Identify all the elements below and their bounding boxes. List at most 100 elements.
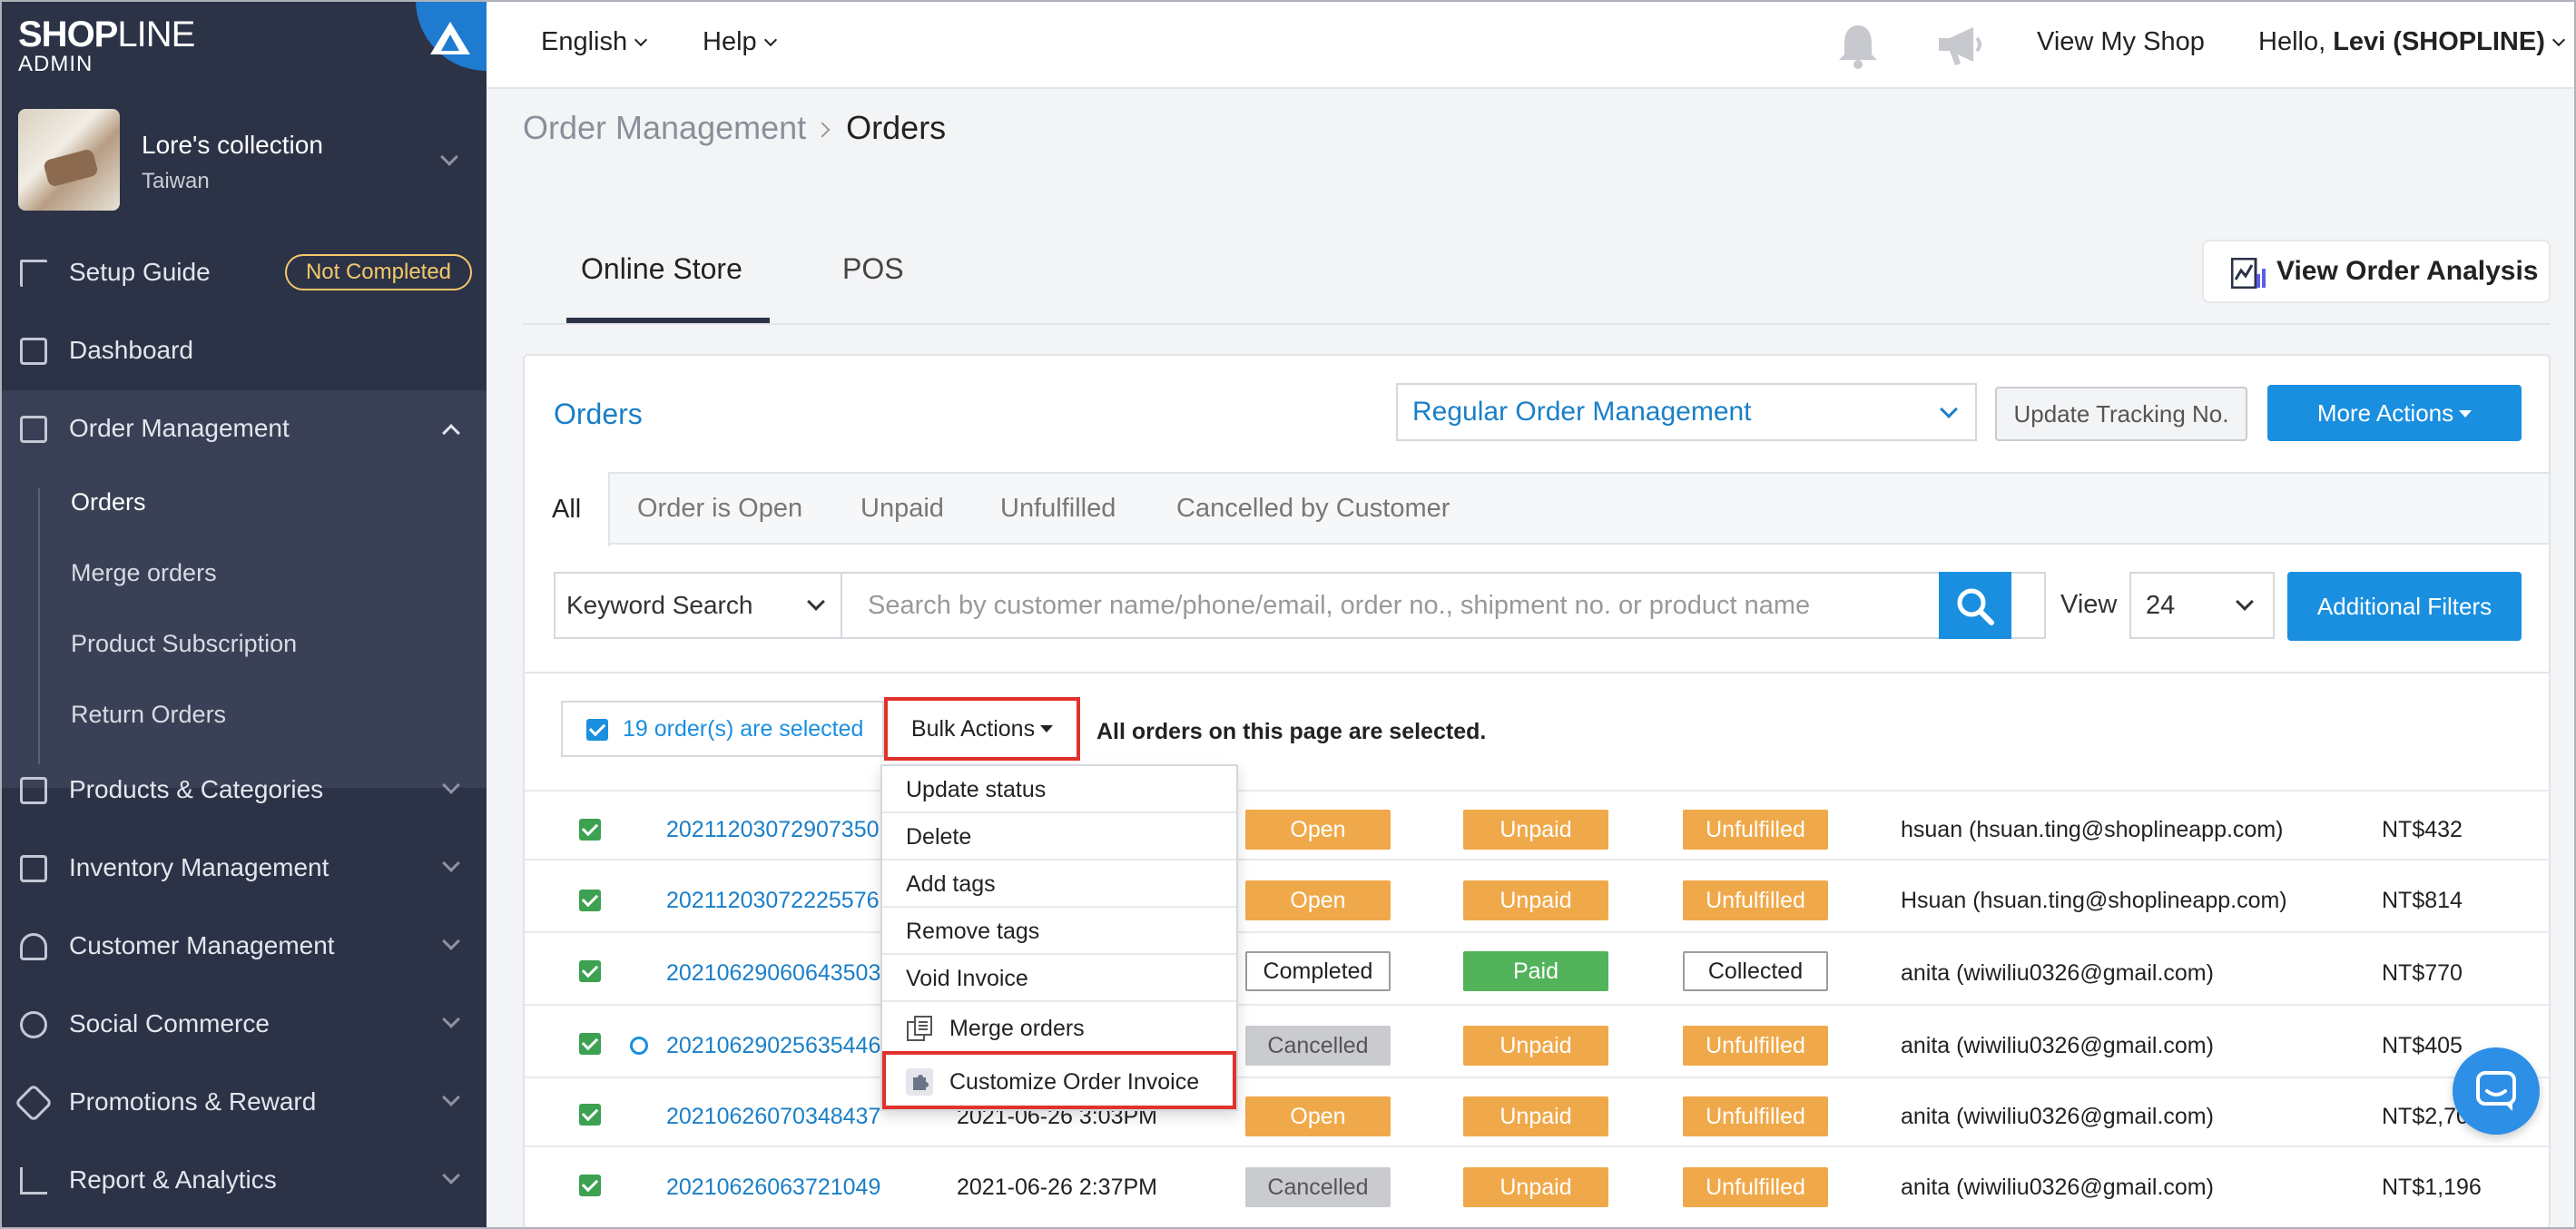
tab-unfulfilled[interactable]: Unfulfilled bbox=[1000, 494, 1116, 524]
order-number-link[interactable]: 20210626063721049 bbox=[666, 1175, 880, 1201]
card-title: Orders bbox=[554, 398, 643, 430]
delivery-status-badge: Unfulfilled bbox=[1683, 1167, 1828, 1207]
menu-item-void-invoice[interactable]: Void Invoice bbox=[882, 955, 1236, 1002]
tag-icon bbox=[14, 1083, 54, 1123]
view-order-analysis-button[interactable]: View Order Analysis bbox=[2202, 240, 2551, 303]
chevron-down-icon bbox=[2551, 33, 2565, 47]
highlight-box bbox=[882, 1051, 1236, 1109]
delivery-status-badge: Unfulfilled bbox=[1683, 810, 1828, 850]
collapse-sidebar-button[interactable] bbox=[416, 0, 487, 71]
order-date-cell: 2021-06-26 2:37PM bbox=[957, 1175, 1157, 1200]
dashboard-icon bbox=[20, 338, 47, 365]
bulk-actions-button[interactable]: Bulk Actions bbox=[884, 697, 1080, 761]
order-number-link[interactable]: 20211203072907350 bbox=[666, 817, 880, 843]
selection-summary[interactable]: 19 order(s) are selected bbox=[561, 701, 884, 757]
sidebar-item-products[interactable]: Products & Categories bbox=[0, 752, 487, 828]
tab-online-store[interactable]: Online Store bbox=[581, 252, 742, 286]
sidebar-item-product-subscription[interactable]: Product Subscription bbox=[71, 630, 297, 658]
delivery-status-badge: Unfulfilled bbox=[1683, 880, 1828, 920]
breadcrumb-parent[interactable]: Order Management bbox=[523, 109, 806, 146]
sidebar-item-orders[interactable]: Orders bbox=[71, 488, 146, 516]
view-label: View bbox=[2060, 590, 2118, 619]
sidebar-item-social-commerce[interactable]: Social Commerce bbox=[0, 986, 487, 1062]
amount-cell: NT$432 bbox=[2382, 817, 2463, 842]
row-checkbox[interactable] bbox=[579, 1175, 601, 1196]
order-number-link[interactable]: 20210626070348437 bbox=[666, 1104, 880, 1130]
tab-unpaid[interactable]: Unpaid bbox=[860, 494, 944, 524]
amount-cell: NT$1,196 bbox=[2382, 1175, 2482, 1200]
all-selected-notice: All orders on this page are selected. bbox=[1096, 719, 1487, 744]
sidebar-item-customers[interactable]: Customer Management bbox=[0, 908, 487, 984]
amount-cell: NT$770 bbox=[2382, 960, 2463, 986]
store-switcher[interactable]: Lore's collection Taiwan bbox=[18, 109, 468, 214]
help-menu[interactable]: Help bbox=[703, 27, 777, 57]
chevron-down-icon bbox=[2236, 593, 2254, 611]
chevron-right-icon bbox=[814, 122, 831, 138]
boxes-icon bbox=[20, 855, 47, 882]
sidebar: SHOPLINE ADMIN Lore's collection Taiwan … bbox=[0, 0, 487, 1229]
payment-status-badge: Unpaid bbox=[1463, 1026, 1608, 1066]
search-input[interactable]: Search by customer name/phone/email, ord… bbox=[842, 572, 2046, 639]
language-menu[interactable]: English bbox=[541, 27, 648, 57]
order-status-badge: Open bbox=[1245, 810, 1391, 850]
shopline-logo[interactable]: SHOPLINE ADMIN bbox=[18, 15, 195, 77]
row-checkbox[interactable] bbox=[579, 890, 601, 911]
chat-bubble-icon bbox=[20, 1011, 47, 1038]
sidebar-item-return-orders[interactable]: Return Orders bbox=[71, 701, 226, 729]
megaphone-icon[interactable] bbox=[1935, 24, 1984, 67]
sidebar-item-reports[interactable]: Report & Analytics bbox=[0, 1142, 487, 1218]
update-tracking-button[interactable]: Update Tracking No. bbox=[1995, 387, 2247, 441]
caret-down-icon bbox=[1040, 725, 1054, 732]
order-number-link[interactable]: 20211203072225576 bbox=[666, 888, 880, 914]
page-size-select[interactable]: 24 bbox=[2129, 572, 2275, 639]
row-checkbox[interactable] bbox=[579, 960, 601, 982]
view-my-shop-link[interactable]: View My Shop bbox=[2037, 27, 2205, 57]
additional-filters-button[interactable]: Additional Filters bbox=[2287, 572, 2522, 641]
row-checkbox[interactable] bbox=[579, 819, 601, 841]
delivery-status-badge: Unfulfilled bbox=[1683, 1026, 1828, 1066]
row-checkbox[interactable] bbox=[579, 1104, 601, 1126]
tab-all[interactable]: All bbox=[525, 472, 610, 546]
select-all-checkbox[interactable] bbox=[586, 719, 608, 741]
user-menu[interactable]: Hello, Levi (SHOPLINE) bbox=[2258, 27, 2565, 57]
row-checkbox[interactable] bbox=[579, 1033, 601, 1055]
menu-item-add-tags[interactable]: Add tags bbox=[882, 860, 1236, 908]
order-status-badge: Cancelled bbox=[1245, 1167, 1391, 1207]
sidebar-item-promotions[interactable]: Promotions & Reward bbox=[0, 1064, 487, 1140]
merge-documents-icon bbox=[907, 1016, 932, 1041]
search-type-select[interactable]: Keyword Search bbox=[554, 572, 842, 639]
sidebar-item-order-management[interactable]: Order Management bbox=[0, 390, 487, 467]
chevron-down-icon bbox=[763, 33, 777, 47]
order-mode-select[interactable]: Regular Order Management bbox=[1396, 383, 1977, 441]
customer-cell: anita (wiwiliu0326@gmail.com) bbox=[1901, 1033, 2214, 1058]
setup-status-badge: Not Completed bbox=[285, 254, 472, 290]
menu-item-merge-orders[interactable]: Merge orders bbox=[882, 1002, 1236, 1055]
sidebar-item-merge-orders[interactable]: Merge orders bbox=[71, 559, 217, 587]
payment-status-badge: Unpaid bbox=[1463, 1167, 1608, 1207]
chat-support-button[interactable] bbox=[2453, 1047, 2540, 1135]
active-tab-underline bbox=[566, 318, 770, 323]
sidebar-item-inventory[interactable]: Inventory Management bbox=[0, 830, 487, 906]
chevron-down-icon bbox=[442, 1088, 460, 1106]
clipboard-icon bbox=[20, 416, 47, 443]
menu-item-remove-tags[interactable]: Remove tags bbox=[882, 908, 1236, 955]
order-number-link[interactable]: 20210629060643503 bbox=[666, 960, 880, 987]
bell-icon[interactable] bbox=[1835, 22, 1881, 69]
customer-cell: anita (wiwiliu0326@gmail.com) bbox=[1901, 1175, 2214, 1200]
sidebar-item-dashboard[interactable]: Dashboard bbox=[0, 312, 487, 388]
tab-pos[interactable]: POS bbox=[842, 252, 904, 286]
search-button[interactable] bbox=[1939, 572, 2011, 639]
menu-item-delete[interactable]: Delete bbox=[882, 813, 1236, 860]
chevron-up-icon bbox=[442, 424, 460, 442]
mountain-logo-icon bbox=[430, 22, 470, 54]
store-region: Taiwan bbox=[142, 169, 210, 193]
order-number-link[interactable]: 20210629025635446 bbox=[666, 1033, 880, 1059]
menu-item-update-status[interactable]: Update status bbox=[882, 766, 1236, 813]
tab-order-open[interactable]: Order is Open bbox=[637, 494, 802, 524]
chevron-down-icon bbox=[440, 148, 458, 166]
breadcrumb: Order Management Orders bbox=[523, 109, 946, 147]
caret-down-icon bbox=[2459, 410, 2473, 418]
tab-cancelled-by-customer[interactable]: Cancelled by Customer bbox=[1176, 494, 1450, 524]
more-actions-button[interactable]: More Actions bbox=[2267, 385, 2522, 441]
signpost-icon bbox=[20, 260, 47, 287]
